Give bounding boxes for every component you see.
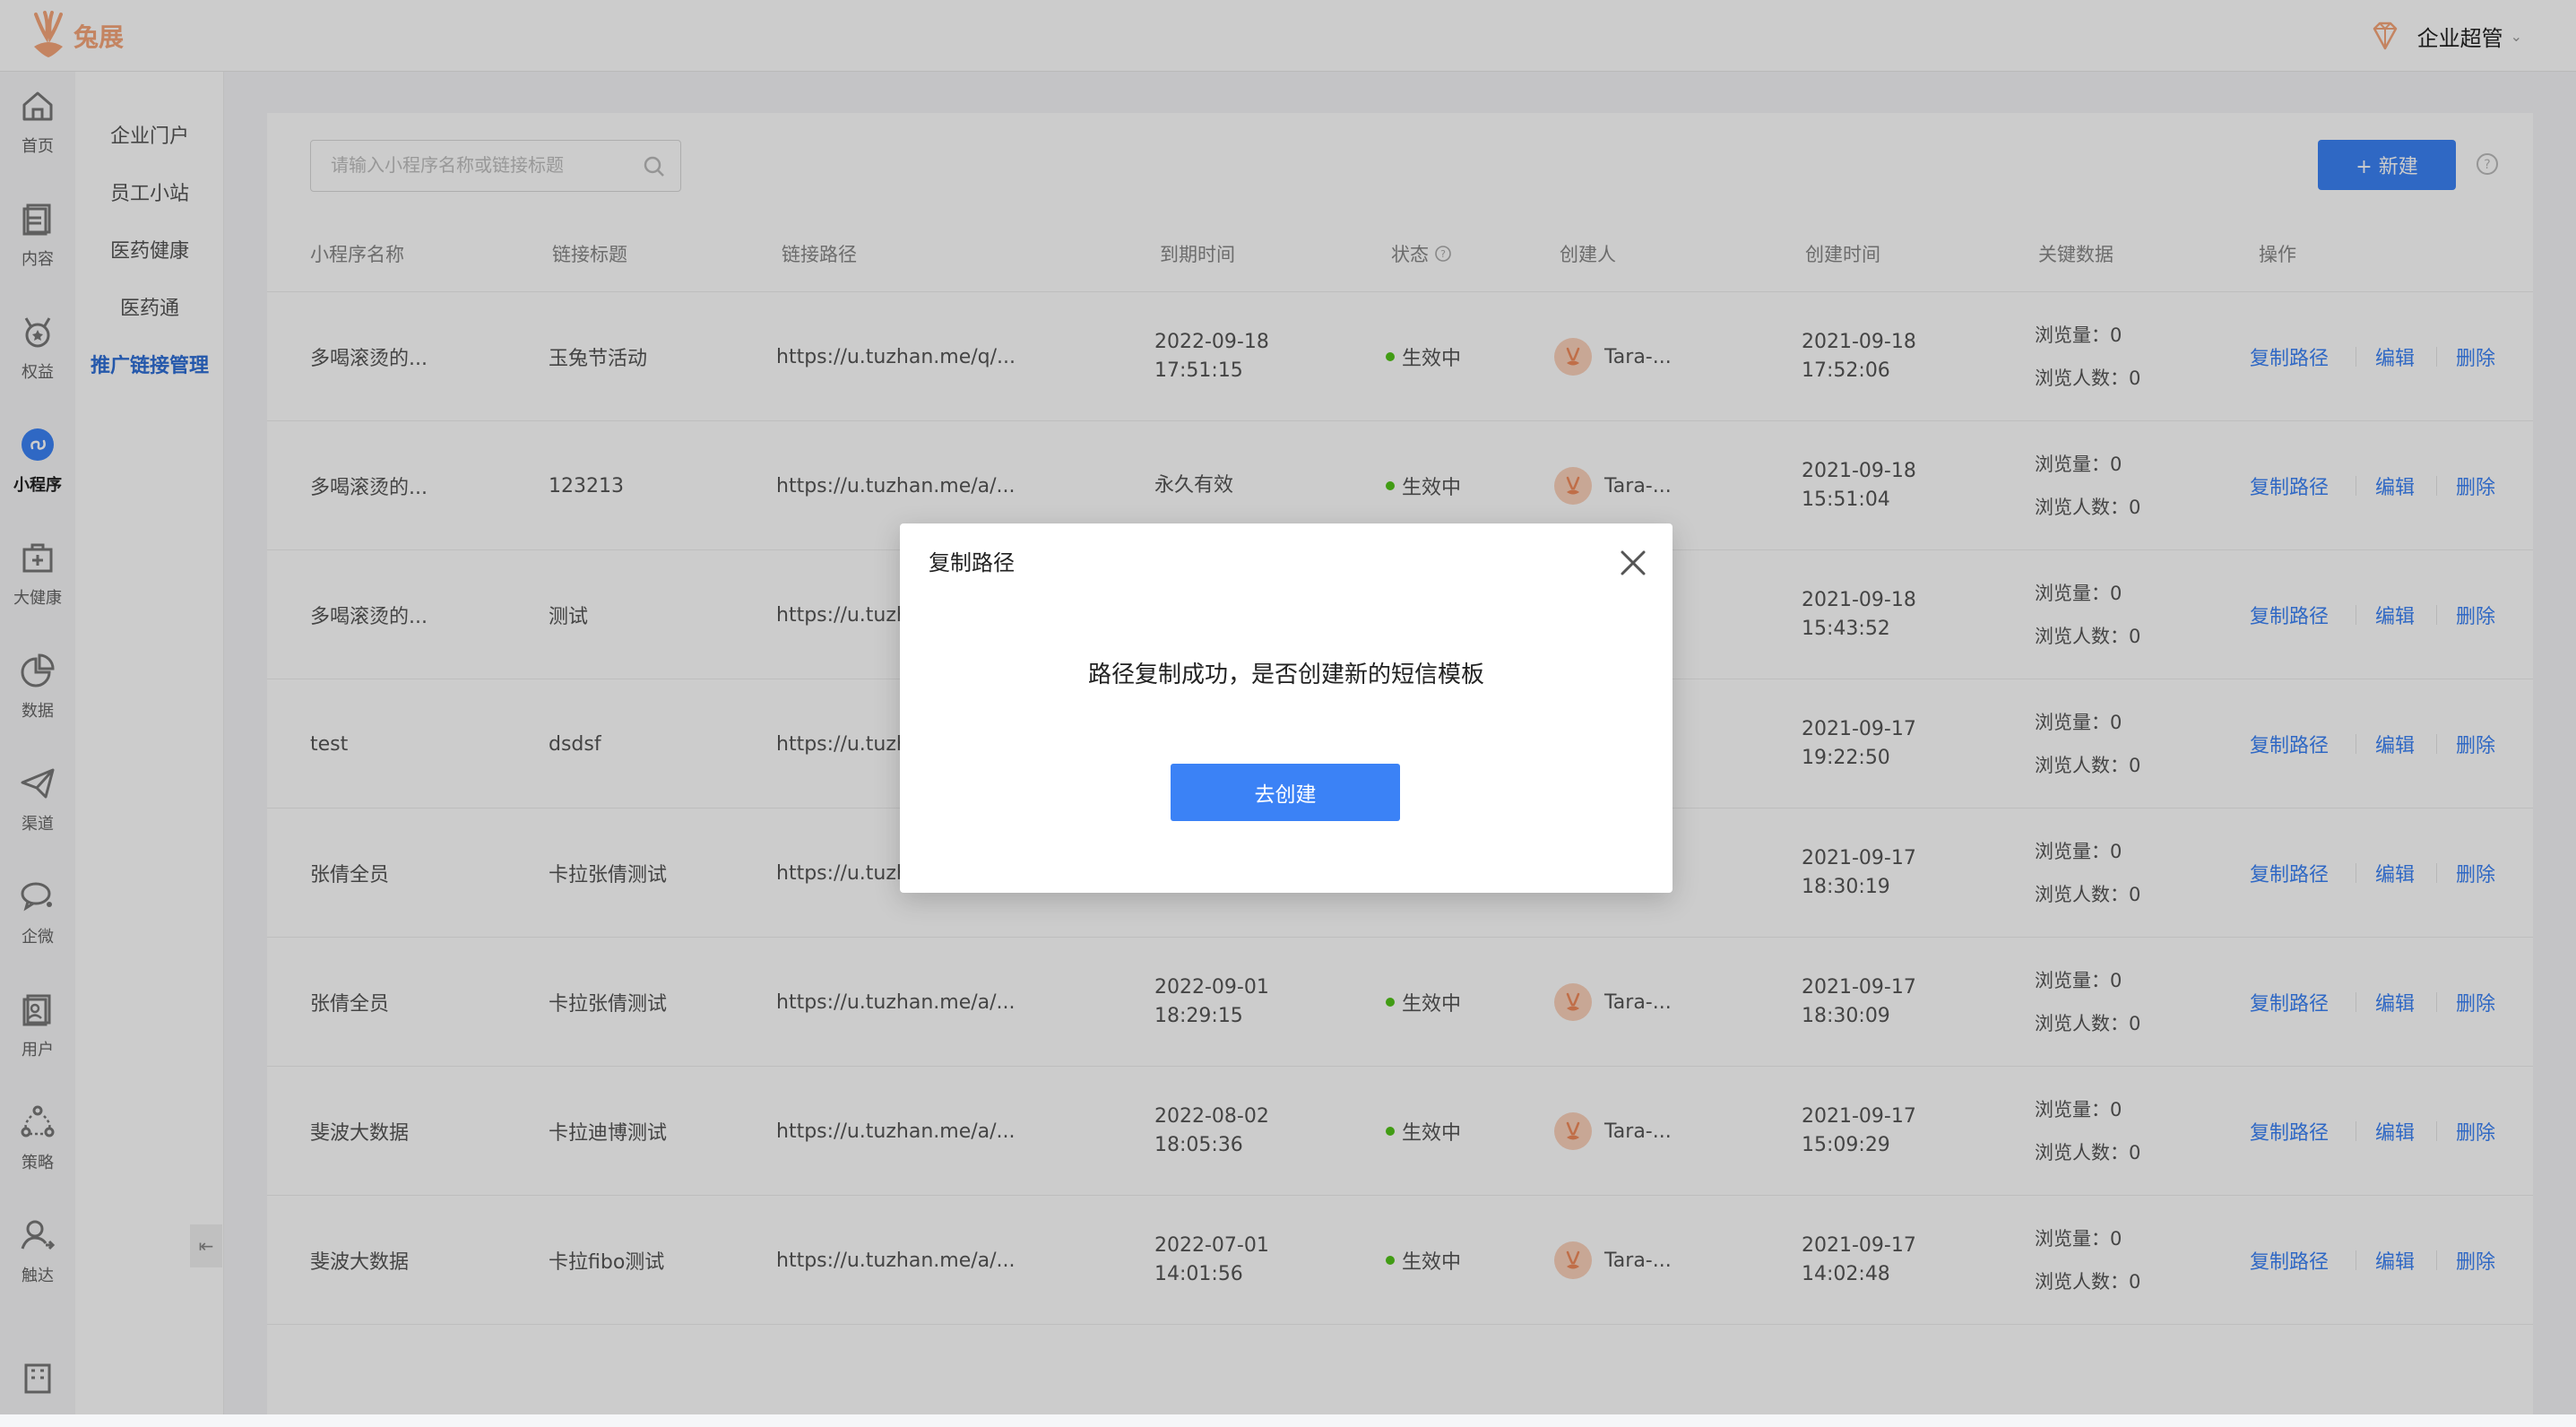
dialog-title: 复制路径	[929, 550, 1015, 575]
go-create-button[interactable]: 去创建	[1171, 764, 1400, 821]
copy-path-dialog: 复制路径 路径复制成功，是否创建新的短信模板 去创建	[900, 523, 1673, 893]
close-icon[interactable]	[1615, 545, 1651, 581]
dialog-message: 路径复制成功，是否创建新的短信模板	[1087, 662, 1484, 688]
